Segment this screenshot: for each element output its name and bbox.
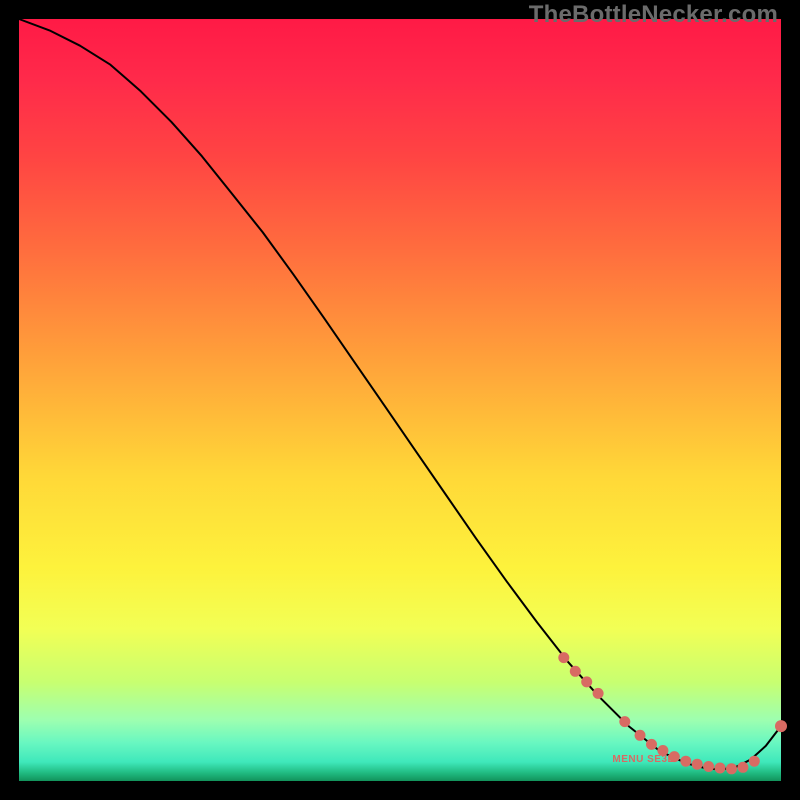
chart-stage: TheBottleNecker.com MENU SE3B: [0, 0, 800, 800]
data-point: [619, 716, 630, 727]
chart-overlay: MENU SE3B: [19, 19, 781, 781]
data-point: [558, 652, 569, 663]
data-point: [775, 720, 787, 732]
data-point: [692, 759, 703, 770]
data-point: [570, 666, 581, 677]
data-point: [593, 688, 604, 699]
bottleneck-curve: [19, 19, 781, 770]
chart-annotation: MENU SE3B: [612, 754, 675, 765]
data-point: [635, 730, 646, 741]
data-point: [581, 676, 592, 687]
data-point: [680, 756, 691, 767]
data-point: [726, 763, 737, 774]
data-point: [749, 756, 760, 767]
data-point: [737, 762, 748, 773]
data-point: [715, 763, 726, 774]
data-point: [646, 739, 657, 750]
data-point: [703, 761, 714, 772]
